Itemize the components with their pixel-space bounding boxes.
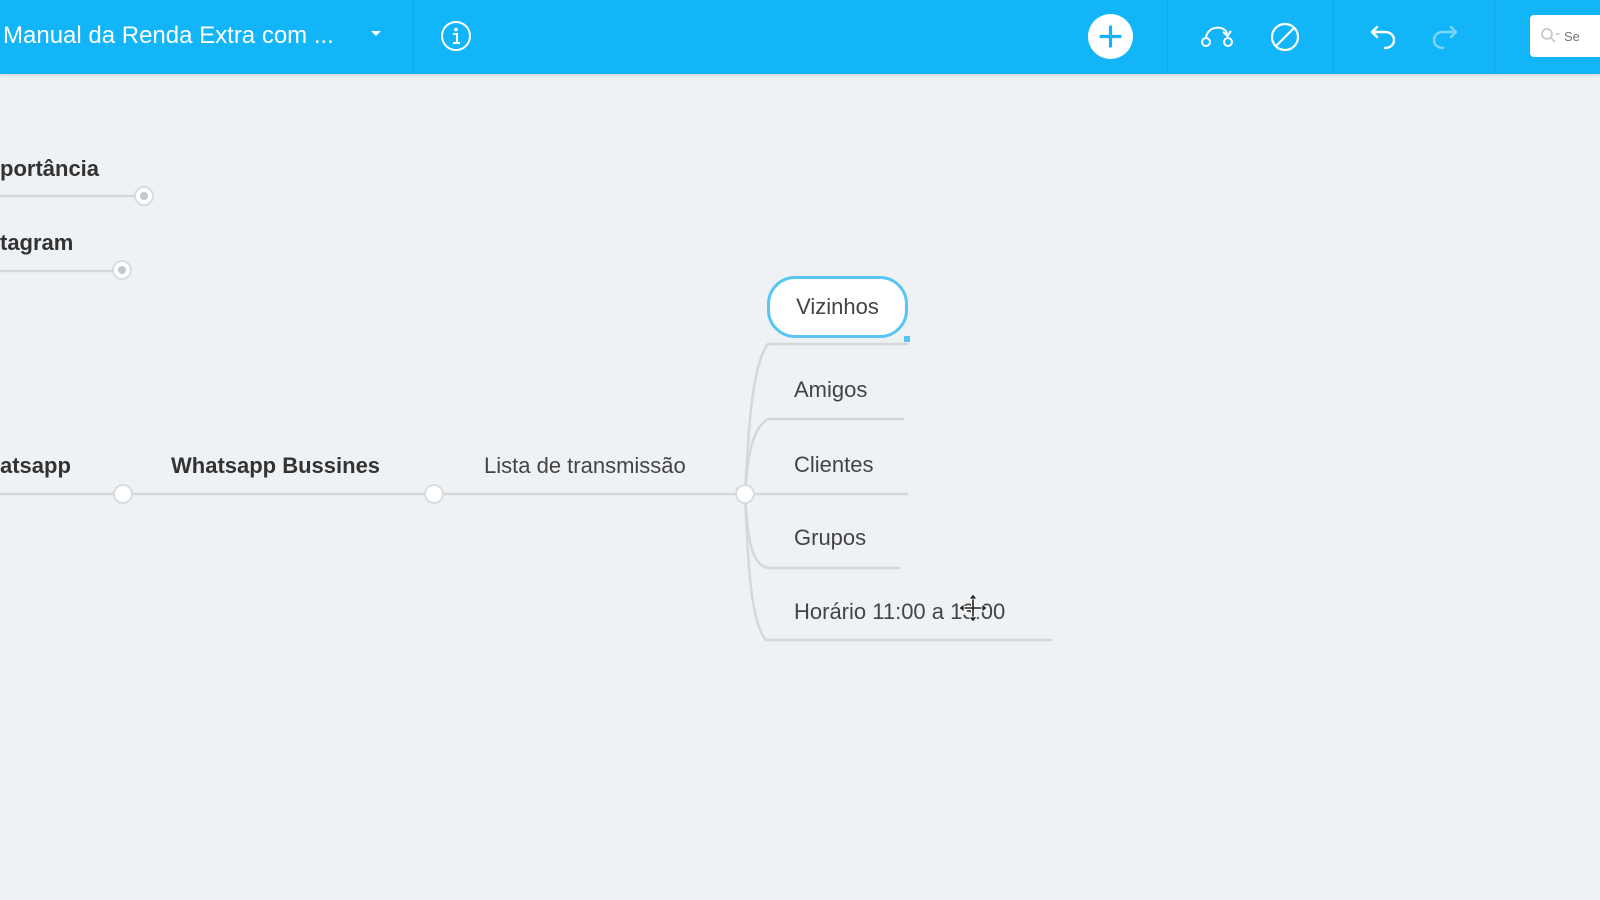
node-lista-de-transmissao[interactable]: Lista de transmissão [484,452,686,480]
caret-down-icon[interactable] [371,31,381,36]
search-icon [1541,28,1560,43]
toolbar-divider [413,0,414,74]
search-box[interactable] [1530,15,1600,57]
toolbar-divider [1333,0,1334,74]
document-title[interactable]: Manual da Renda Extra com ... [3,20,334,52]
node-whatsapp-business[interactable]: Whatsapp Bussines [171,452,380,480]
info-button[interactable] [440,20,472,52]
branch-lines [0,194,1052,642]
search-input[interactable] [1564,27,1600,45]
toolbar-divider [1494,0,1495,74]
collapse-toggle[interactable] [134,186,154,206]
node-whatsapp[interactable]: atsapp [0,452,71,480]
undo-icon [1370,25,1396,50]
node-label: Vizinhos [796,294,879,319]
move-cursor-icon [958,593,988,623]
redo-button[interactable] [1430,20,1462,54]
disable-button[interactable] [1268,18,1302,56]
mindmap-canvas[interactable]: portância tagram atsapp Whatsapp Bussine… [0,74,1600,900]
add-node-button[interactable] [1088,14,1133,59]
node-instagram[interactable]: tagram [0,229,73,257]
toolbar-divider [1167,0,1168,74]
plus-icon [1099,25,1122,48]
info-icon [441,21,471,51]
node-grupos[interactable]: Grupos [794,524,866,552]
relation-icon [1201,26,1233,47]
undo-button[interactable] [1366,20,1398,54]
collapse-toggle[interactable] [112,260,132,280]
slash-circle-icon [1270,22,1300,52]
node-importancia[interactable]: portância [0,155,99,183]
collapse-toggle[interactable] [424,484,444,504]
node-amigos[interactable]: Amigos [794,376,867,404]
redo-icon [1432,25,1458,50]
collapse-toggle[interactable] [113,484,133,504]
top-toolbar: Manual da Renda Extra com ... [0,0,1600,74]
node-clientes[interactable]: Clientes [794,451,873,479]
collapse-toggle[interactable] [735,484,755,504]
relation-button[interactable] [1198,19,1236,55]
node-vizinhos-selected[interactable]: Vizinhos [767,276,908,338]
resize-handle[interactable] [904,336,910,342]
